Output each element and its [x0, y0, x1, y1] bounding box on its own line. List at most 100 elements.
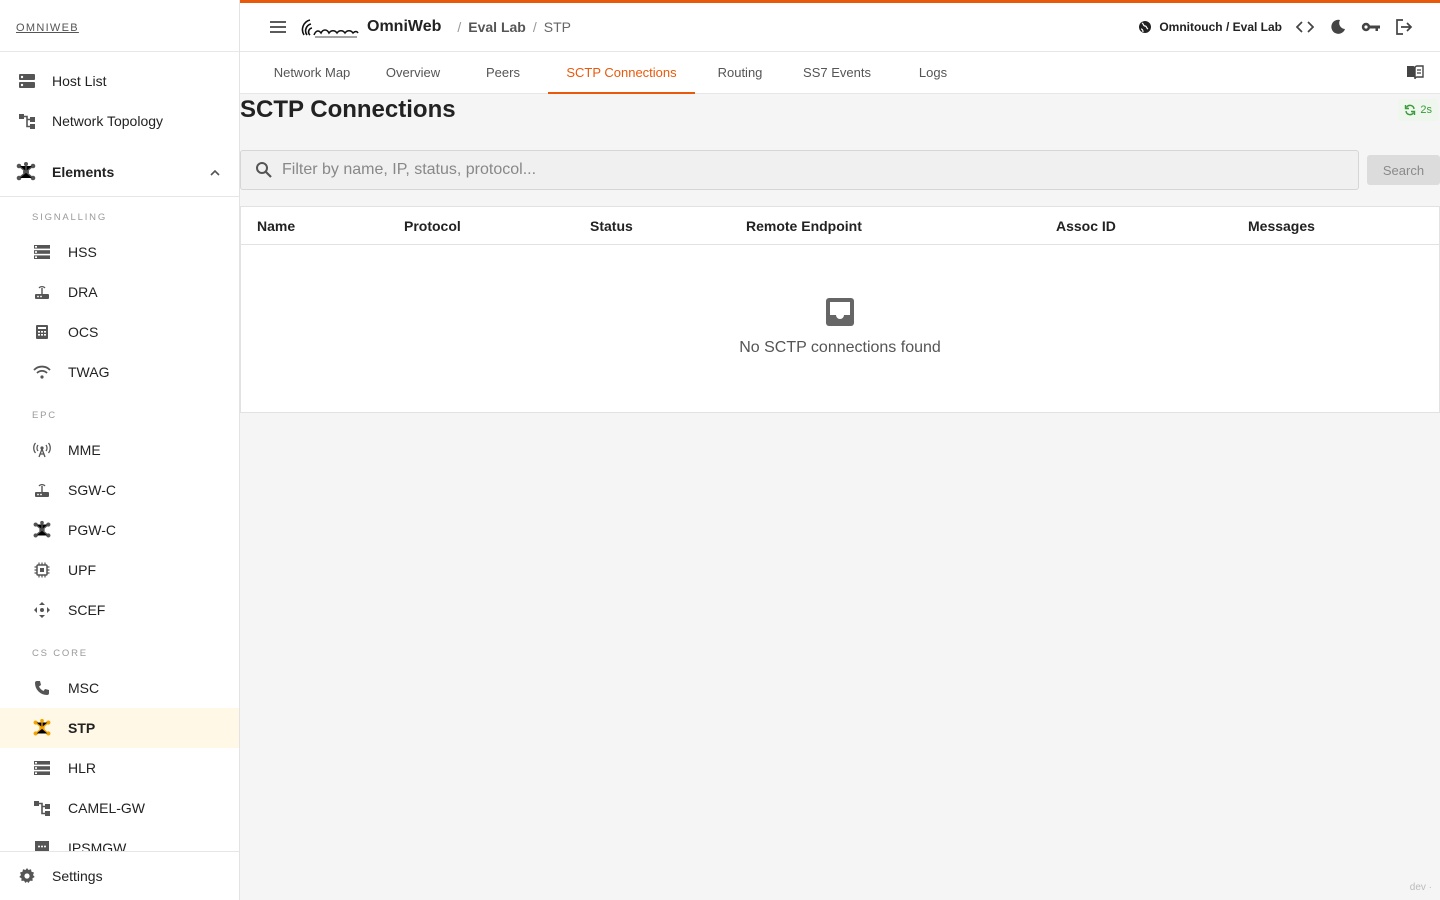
tab-ss7-events[interactable]: SS7 Events: [794, 52, 880, 94]
dark-mode-icon[interactable]: [1328, 17, 1348, 37]
page-title: SCTP Connections: [240, 96, 456, 123]
top-header: OmniWeb / Eval Lab / STP Omnitouch / Eva…: [240, 0, 1440, 52]
column-header-remote-endpoint[interactable]: Remote Endpoint: [746, 218, 862, 234]
sidebar-item-msc[interactable]: MSC: [0, 668, 239, 708]
sidebar-item-label: Host List: [52, 73, 107, 89]
search-field[interactable]: [240, 150, 1359, 190]
hub-icon: [32, 718, 52, 738]
search-button[interactable]: Search: [1367, 155, 1440, 185]
tab-peers[interactable]: Peers: [475, 52, 531, 94]
sidebar-item-ipsmgw[interactable]: IPSMGW: [0, 828, 239, 851]
sidebar-item-label: MSC: [68, 680, 100, 696]
breadcrumb-item-current: STP: [543, 19, 571, 35]
key-icon[interactable]: [1361, 17, 1381, 37]
sidebar-item-host-list[interactable]: Host List: [0, 61, 239, 101]
book-icon[interactable]: [1406, 64, 1424, 82]
sidebar-item-dra[interactable]: DRA: [0, 272, 239, 312]
column-header-status[interactable]: Status: [590, 218, 633, 234]
sidebar-logo[interactable]: OMNIWEB: [0, 0, 239, 52]
element-tabs: Network Map Overview Peers SCTP Connecti…: [240, 52, 1440, 94]
sidebar-item-mme[interactable]: MME: [0, 430, 239, 470]
tab-network-map[interactable]: Network Map: [256, 52, 368, 94]
sidebar-item-settings[interactable]: Settings: [0, 851, 239, 900]
sidebar-elements-panel[interactable]: Elements SIGNALLING HSS DRA OCS TWAG EPC…: [0, 150, 239, 851]
sidebar-logo-text[interactable]: OMNIWEB: [16, 22, 79, 34]
inbox-icon: [826, 298, 854, 326]
router-icon: [32, 480, 52, 500]
breadcrumb-separator: /: [457, 19, 462, 35]
billing-icon: [32, 322, 52, 342]
breadcrumb-item-lab[interactable]: Eval Lab: [468, 19, 526, 35]
tab-routing[interactable]: Routing: [707, 52, 773, 94]
auto-refresh-badge[interactable]: 2s: [1398, 99, 1438, 121]
sidebar-item-label: MME: [68, 442, 101, 458]
sidebar-item-hss[interactable]: HSS: [0, 232, 239, 272]
sidebar-item-label: HSS: [68, 244, 97, 260]
column-header-name[interactable]: Name: [257, 218, 295, 234]
sidebar-item-twag[interactable]: TWAG: [0, 352, 239, 392]
sidebar-item-hlr[interactable]: HLR: [0, 748, 239, 788]
org-name: Omnitouch / Eval Lab: [1159, 20, 1282, 34]
sidebar-item-pgw-c[interactable]: PGW-C: [0, 510, 239, 550]
sidebar-item-label: Network Topology: [52, 113, 164, 129]
sctp-connections-table: Name Protocol Status Remote Endpoint Ass…: [240, 206, 1440, 413]
sidebar-item-ocs[interactable]: OCS: [0, 312, 239, 352]
globe-icon: [1138, 20, 1152, 34]
menu-icon[interactable]: [268, 17, 288, 37]
column-header-messages[interactable]: Messages: [1248, 218, 1315, 234]
sidebar-section-title: EPC: [32, 410, 57, 421]
refresh-interval: 2s: [1420, 104, 1432, 116]
settings-label: Settings: [52, 868, 103, 884]
sidebar-item-label: CAMEL-GW: [68, 800, 145, 816]
sidebar-item-label: SCEF: [68, 602, 106, 618]
sidebar-item-camel-gw[interactable]: CAMEL-GW: [0, 788, 239, 828]
wifi-icon: [32, 362, 52, 382]
storage-icon: [32, 758, 52, 778]
hub-icon: [15, 161, 37, 183]
topology-icon: [32, 798, 52, 818]
gear-icon: [17, 866, 37, 886]
brand-name[interactable]: OmniWeb: [367, 18, 441, 36]
sidebar-section-title: SIGNALLING: [32, 212, 108, 223]
sidebar-item-sgw-c[interactable]: SGW-C: [0, 470, 239, 510]
tab-overview[interactable]: Overview: [380, 52, 446, 94]
sidebar-group-label: Elements: [52, 164, 115, 180]
sidebar-item-stp[interactable]: STP: [0, 708, 239, 748]
sms-icon: [32, 838, 52, 851]
chevron-up-icon[interactable]: [209, 164, 221, 180]
storage-icon: [32, 242, 52, 262]
search-input[interactable]: [282, 161, 1282, 179]
sidebar-section-title: CS CORE: [32, 648, 88, 659]
refresh-icon: [1404, 104, 1416, 116]
sidebar-group-elements[interactable]: Elements: [0, 150, 239, 194]
column-header-protocol[interactable]: Protocol: [404, 218, 461, 234]
tab-sctp-connections[interactable]: SCTP Connections: [548, 52, 695, 94]
environment-tag: dev ·: [1409, 882, 1432, 893]
empty-state: No SCTP connections found: [241, 295, 1439, 357]
sidebar-item-label: HLR: [68, 760, 97, 776]
breadcrumb-separator: /: [532, 19, 537, 35]
org-selector[interactable]: Omnitouch / Eval Lab: [1138, 20, 1282, 34]
column-header-assoc-id[interactable]: Assoc ID: [1056, 218, 1116, 234]
header-actions: Omnitouch / Eval Lab: [1138, 17, 1414, 37]
code-icon[interactable]: [1295, 17, 1315, 37]
sidebar-item-label: UPF: [68, 562, 96, 578]
sidebar: OMNIWEB Host List Network Topology Eleme…: [0, 0, 240, 900]
search-icon: [255, 161, 273, 179]
chip-icon: [32, 560, 52, 580]
sidebar-item-label: IPSMGW: [68, 840, 127, 851]
antenna-icon: [32, 440, 52, 460]
server-icon: [17, 71, 37, 91]
empty-state-message: No SCTP connections found: [739, 339, 941, 356]
sidebar-item-network-topology[interactable]: Network Topology: [0, 101, 239, 141]
sidebar-item-label: DRA: [68, 284, 98, 300]
sidebar-item-label: OCS: [68, 324, 99, 340]
logout-icon[interactable]: [1394, 17, 1414, 37]
brand-logo[interactable]: [301, 15, 359, 39]
phone-icon: [32, 678, 52, 698]
sidebar-item-upf[interactable]: UPF: [0, 550, 239, 590]
tab-logs[interactable]: Logs: [910, 52, 956, 94]
sidebar-item-label: PGW-C: [68, 522, 116, 538]
move-icon: [32, 600, 52, 620]
sidebar-item-scef[interactable]: SCEF: [0, 590, 239, 630]
